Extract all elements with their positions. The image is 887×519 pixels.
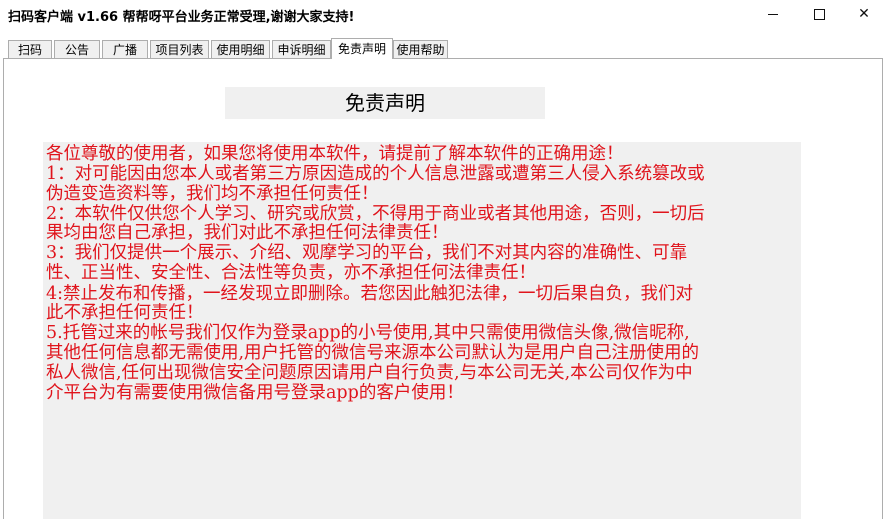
tab-strip: 扫码 公告 广播 项目列表 使用明细 申诉明细 免责声明 使用帮助	[0, 38, 887, 59]
tab-scan[interactable]: 扫码	[8, 40, 52, 58]
disclaimer-line: 私人微信,任何出现微信安全问题原因请用户自行负责,与本公司无关,本公司仅作为中	[46, 363, 693, 383]
tab-help[interactable]: 使用帮助	[393, 40, 448, 58]
disclaimer-line: 1：对可能因由您本人或者第三方原因造成的个人信息泄露或遭第三人侵入系统篡改或	[46, 164, 705, 184]
disclaimer-line: 各位尊敬的使用者，如果您将使用本软件，请提前了解本软件的正确用途！	[46, 144, 624, 164]
maximize-icon	[813, 8, 825, 20]
disclaimer-line: 2：本软件仅供您个人学习、研究或欣赏，不得用于商业或者其他用途，否则，一切后	[46, 204, 705, 224]
tab-project-list[interactable]: 项目列表	[150, 40, 209, 58]
disclaimer-line: 4:禁止发布和传播，一经发现立即删除。若您因此触犯法律，一切后果自负，我们对	[46, 284, 694, 304]
close-icon: ✕	[858, 6, 870, 22]
disclaimer-line: 其他任何信息都无需使用,用户托管的微信号来源本公司默认为是用户自己注册使用的	[46, 343, 700, 363]
tab-appeal-details[interactable]: 申诉明细	[272, 40, 331, 58]
disclaimer-line: 介平台为有需要使用微信备用号登录app的客户使用！	[46, 383, 464, 403]
tab-announcement[interactable]: 公告	[54, 40, 100, 58]
tab-broadcast[interactable]: 广播	[102, 40, 148, 58]
tab-disclaimer[interactable]: 免责声明	[331, 38, 393, 59]
title-bar: 扫码客户端 v1.66 帮帮呀平台业务正常受理,谢谢大家支持! ✕	[0, 0, 887, 34]
maximize-button[interactable]	[796, 0, 842, 28]
disclaimer-heading: 免责声明	[225, 87, 545, 119]
disclaimer-line: 5.托管过来的帐号我们仅作为登录app的小号使用,其中只需使用微信头像,微信昵称…	[46, 323, 690, 343]
window-title: 扫码客户端 v1.66 帮帮呀平台业务正常受理,谢谢大家支持!	[8, 10, 355, 25]
minimize-button[interactable]	[750, 0, 796, 28]
minimize-icon	[768, 13, 778, 15]
tab-usage-details[interactable]: 使用明细	[211, 40, 270, 58]
disclaimer-line: 果均由您自己承担，我们对此不承担任何法律责任！	[46, 223, 449, 243]
disclaimer-line: 伪造变造资料等，我们均不承担任何责任！	[46, 184, 379, 204]
close-button[interactable]: ✕	[841, 0, 887, 28]
disclaimer-line: 此不承担任何责任！	[46, 303, 204, 323]
disclaimer-line: 3：我们仅提供一个展示、介绍、观摩学习的平台，我们不对其内容的准确性、可靠	[46, 243, 688, 263]
disclaimer-line: 性、正当性、安全性、合法性等负责，亦不承担任何法律责任！	[46, 263, 536, 283]
